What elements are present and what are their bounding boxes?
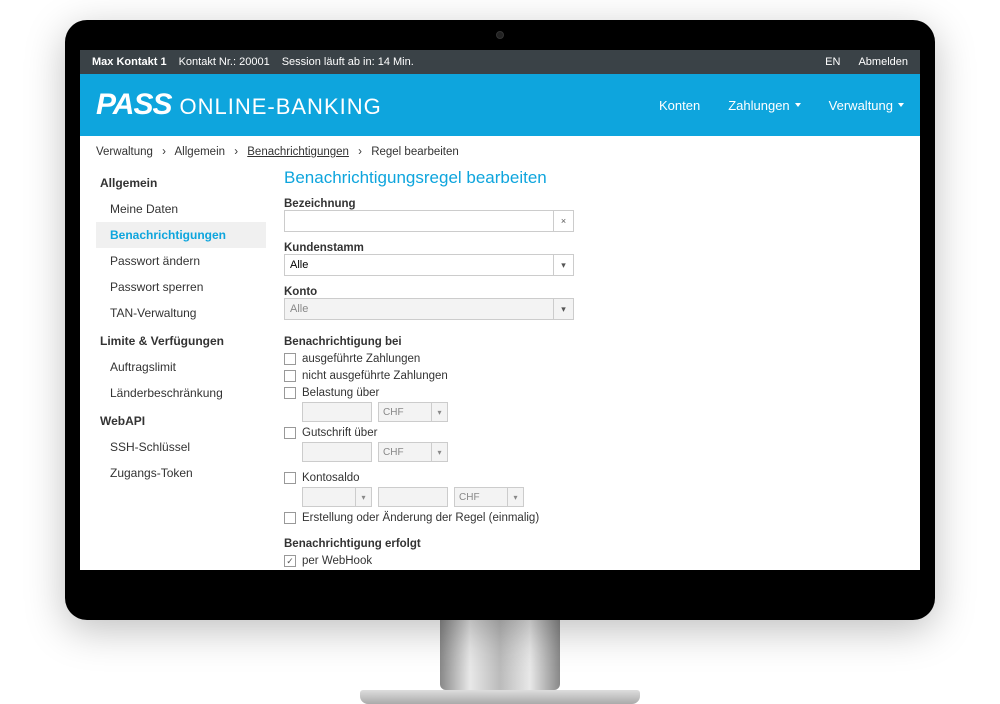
crumb-sep: › <box>358 146 362 158</box>
monitor-base <box>360 690 640 704</box>
nav-admin[interactable]: Verwaltung <box>829 98 904 113</box>
chk-rule-change-label: Erstellung oder Änderung der Regel (einm… <box>302 512 539 524</box>
sidebar-item-block-password[interactable]: Passwort sperren <box>96 274 266 300</box>
sidebar-head-webapi: WebAPI <box>96 406 266 434</box>
debit-currency-select[interactable]: CHF▾ <box>378 402 448 422</box>
nav-accounts[interactable]: Konten <box>659 98 700 113</box>
crumb-edit-rule: Regel bearbeiten <box>371 146 459 158</box>
sidebar-head-limits: Limite & Verfügungen <box>96 326 266 354</box>
chevron-down-icon: ▾ <box>507 488 523 506</box>
banner: PASS ONLINE-BANKING Konten Zahlungen Ver… <box>80 74 920 136</box>
chk-balance[interactable] <box>284 472 296 484</box>
monitor-frame: Max Kontakt 1 Kontakt Nr.: 20001 Session… <box>65 20 935 620</box>
label-notify-via: Benachrichtigung erfolgt <box>284 538 904 550</box>
credit-currency-select[interactable]: CHF▾ <box>378 442 448 462</box>
lang-switch[interactable]: EN <box>825 56 840 68</box>
chevron-down-icon: ▾ <box>553 299 573 319</box>
sidebar-item-tan[interactable]: TAN-Verwaltung <box>96 300 266 326</box>
sidebar-item-mydata[interactable]: Meine Daten <box>96 196 266 222</box>
chevron-down-icon: ▾ <box>355 488 371 506</box>
main-nav: Konten Zahlungen Verwaltung <box>659 98 904 113</box>
user-name: Max Kontakt 1 <box>92 56 167 68</box>
logout-link[interactable]: Abmelden <box>858 56 908 68</box>
contact-number: Kontakt Nr.: 20001 <box>179 56 270 68</box>
bezeichnung-input[interactable]: × <box>284 210 574 232</box>
chk-not-executed[interactable] <box>284 370 296 382</box>
sidebar-item-ssh[interactable]: SSH-Schlüssel <box>96 434 266 460</box>
crumb-general[interactable]: Allgemein <box>175 146 226 158</box>
logo: PASS ONLINE-BANKING <box>96 88 382 122</box>
chevron-down-icon <box>898 103 904 107</box>
crumb-sep: › <box>162 146 166 158</box>
logo-mark: PASS <box>96 88 171 122</box>
kundenstamm-select[interactable]: Alle▾ <box>284 254 574 276</box>
logo-text: ONLINE-BANKING <box>179 94 381 120</box>
page-title: Benachrichtigungsregel bearbeiten <box>284 168 904 188</box>
chk-balance-label: Kontosaldo <box>302 472 360 484</box>
chk-webhook-label: per WebHook <box>302 555 372 567</box>
sidebar-item-orderlimit[interactable]: Auftragslimit <box>96 354 266 380</box>
label-notify-on: Benachrichtigung bei <box>284 336 904 348</box>
chk-credit[interactable] <box>284 427 296 439</box>
chk-executed[interactable] <box>284 353 296 365</box>
label-konto: Konto <box>284 286 904 298</box>
chk-rule-change[interactable] <box>284 512 296 524</box>
debit-amount-input[interactable] <box>302 402 372 422</box>
credit-amount-input[interactable] <box>302 442 372 462</box>
sidebar-item-countrylimit[interactable]: Länderbeschränkung <box>96 380 266 406</box>
chk-debit[interactable] <box>284 387 296 399</box>
label-bezeichnung: Bezeichnung <box>284 198 904 210</box>
camera-icon <box>496 31 504 39</box>
sidebar-item-token[interactable]: Zugangs-Token <box>96 460 266 486</box>
balance-amount-input[interactable] <box>378 487 448 507</box>
breadcrumb: Verwaltung › Allgemein › Benachrichtigun… <box>80 136 920 168</box>
content: Allgemein Meine Daten Benachrichtigungen… <box>80 168 920 570</box>
sidebar-item-notifications[interactable]: Benachrichtigungen <box>96 222 266 248</box>
chk-not-executed-label: nicht ausgeführte Zahlungen <box>302 370 448 382</box>
chevron-down-icon: ▾ <box>431 443 447 461</box>
nav-payments[interactable]: Zahlungen <box>728 98 800 113</box>
chk-webhook[interactable]: ✓ <box>284 555 296 567</box>
balance-currency-select[interactable]: CHF▾ <box>454 487 524 507</box>
sidebar: Allgemein Meine Daten Benachrichtigungen… <box>96 168 266 570</box>
sidebar-head-general: Allgemein <box>96 168 266 196</box>
label-kundenstamm: Kundenstamm <box>284 242 904 254</box>
main-panel: Benachrichtigungsregel bearbeiten Bezeic… <box>284 168 904 570</box>
session-timer: Session läuft ab in: 14 Min. <box>282 56 414 68</box>
chk-executed-label: ausgeführte Zahlungen <box>302 353 420 365</box>
sidebar-item-change-password[interactable]: Passwort ändern <box>96 248 266 274</box>
chk-debit-label: Belastung über <box>302 387 379 399</box>
crumb-admin[interactable]: Verwaltung <box>96 146 153 158</box>
chevron-down-icon: ▾ <box>553 255 573 275</box>
topbar: Max Kontakt 1 Kontakt Nr.: 20001 Session… <box>80 50 920 74</box>
konto-select[interactable]: Alle▾ <box>284 298 574 320</box>
crumb-sep: › <box>234 146 238 158</box>
chevron-down-icon <box>795 103 801 107</box>
crumb-notifications[interactable]: Benachrichtigungen <box>247 146 349 158</box>
monitor-stand <box>440 620 560 690</box>
close-icon[interactable]: × <box>553 211 573 231</box>
balance-op-select[interactable]: ▾ <box>302 487 372 507</box>
chevron-down-icon: ▾ <box>431 403 447 421</box>
chk-credit-label: Gutschrift über <box>302 427 377 439</box>
screen: Max Kontakt 1 Kontakt Nr.: 20001 Session… <box>80 50 920 570</box>
